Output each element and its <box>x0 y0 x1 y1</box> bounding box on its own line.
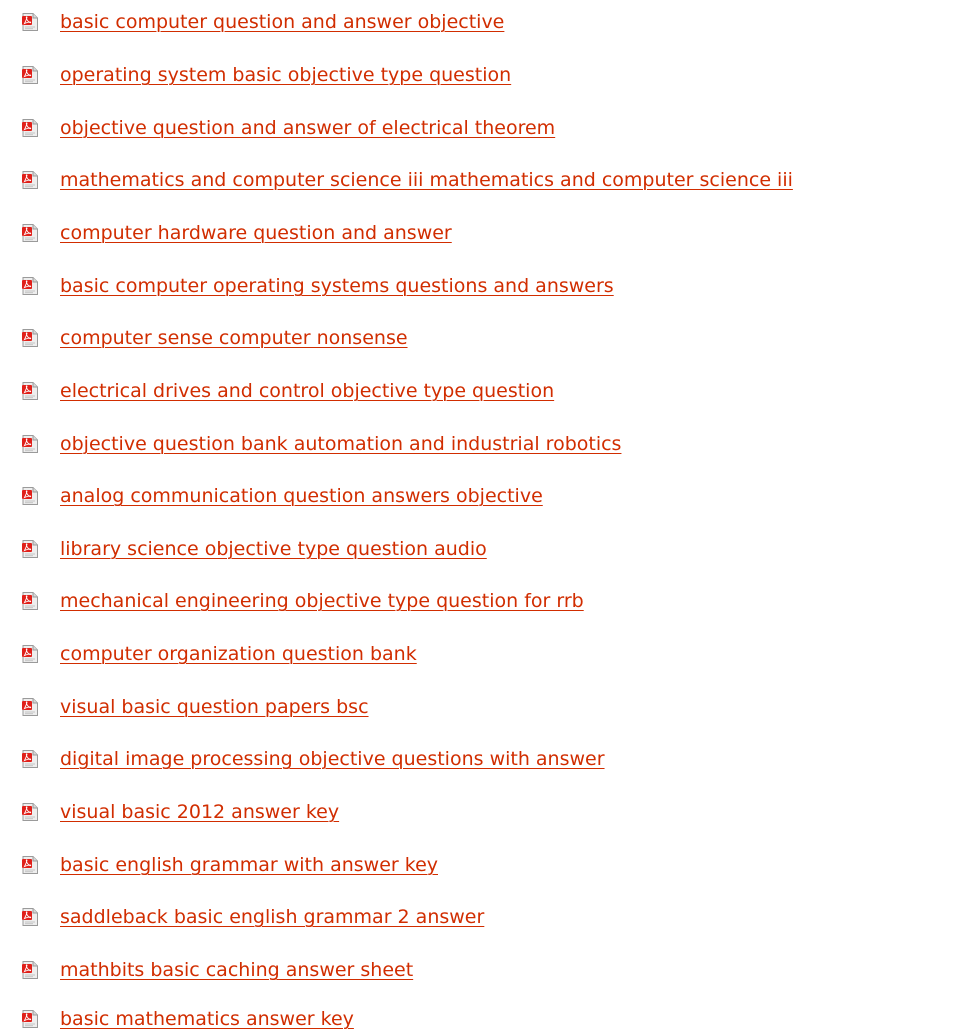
list-item: digital image processing objective quest… <box>22 742 605 776</box>
pdf-file-icon <box>22 13 38 31</box>
list-item: mathematics and computer science iii mat… <box>22 163 793 197</box>
pdf-file-icon <box>22 645 38 663</box>
pdf-file-icon <box>22 435 38 453</box>
list-item: objective question and answer of electri… <box>22 111 555 145</box>
pdf-link[interactable]: library science objective type question … <box>60 538 487 560</box>
list-item: visual basic question papers bsc <box>22 690 369 724</box>
pdf-link[interactable]: electrical drives and control objective … <box>60 380 554 402</box>
pdf-file-icon <box>22 66 38 84</box>
pdf-link[interactable]: objective question bank automation and i… <box>60 433 621 455</box>
pdf-link[interactable]: saddleback basic english grammar 2 answe… <box>60 906 484 928</box>
pdf-link[interactable]: mathematics and computer science iii mat… <box>60 169 793 191</box>
pdf-link[interactable]: operating system basic objective type qu… <box>60 64 511 86</box>
list-item: basic computer operating systems questio… <box>22 269 614 303</box>
pdf-link[interactable]: mechanical engineering objective type qu… <box>60 590 584 612</box>
pdf-link[interactable]: basic english grammar with answer key <box>60 854 438 876</box>
list-item: saddleback basic english grammar 2 answe… <box>22 900 484 934</box>
pdf-link[interactable]: basic computer question and answer objec… <box>60 11 504 33</box>
list-item: basic english grammar with answer key <box>22 848 438 882</box>
pdf-file-icon <box>22 803 38 821</box>
list-item: computer organization question bank <box>22 637 417 671</box>
list-item: mathbits basic caching answer sheet <box>22 953 413 987</box>
pdf-file-icon <box>22 961 38 979</box>
list-item: basic mathematics answer key <box>22 1002 354 1036</box>
pdf-link[interactable]: computer organization question bank <box>60 643 417 665</box>
list-item: objective question bank automation and i… <box>22 427 621 461</box>
pdf-link[interactable]: analog communication question answers ob… <box>60 485 543 507</box>
list-item: basic computer question and answer objec… <box>22 5 504 39</box>
pdf-link[interactable]: computer sense computer nonsense <box>60 327 408 349</box>
pdf-link[interactable]: mathbits basic caching answer sheet <box>60 959 413 981</box>
pdf-file-icon <box>22 698 38 716</box>
pdf-file-icon <box>22 171 38 189</box>
pdf-link[interactable]: basic mathematics answer key <box>60 1008 354 1030</box>
list-item: electrical drives and control objective … <box>22 374 554 408</box>
pdf-file-icon <box>22 487 38 505</box>
pdf-file-icon <box>22 1010 38 1028</box>
pdf-link[interactable]: computer hardware question and answer <box>60 222 452 244</box>
pdf-file-icon <box>22 592 38 610</box>
pdf-link[interactable]: objective question and answer of electri… <box>60 117 555 139</box>
list-item: analog communication question answers ob… <box>22 479 543 513</box>
list-item: computer hardware question and answer <box>22 216 452 250</box>
pdf-file-icon <box>22 329 38 347</box>
pdf-file-icon <box>22 908 38 926</box>
pdf-link[interactable]: visual basic 2012 answer key <box>60 801 339 823</box>
list-item: computer sense computer nonsense <box>22 321 408 355</box>
pdf-link[interactable]: visual basic question papers bsc <box>60 696 369 718</box>
pdf-file-icon <box>22 119 38 137</box>
pdf-file-icon <box>22 750 38 768</box>
list-item: operating system basic objective type qu… <box>22 58 511 92</box>
pdf-link[interactable]: digital image processing objective quest… <box>60 748 605 770</box>
list-item: visual basic 2012 answer key <box>22 795 339 829</box>
pdf-file-icon <box>22 277 38 295</box>
pdf-file-icon <box>22 856 38 874</box>
pdf-file-icon <box>22 382 38 400</box>
list-item: library science objective type question … <box>22 532 487 566</box>
pdf-file-icon <box>22 224 38 242</box>
list-item: mechanical engineering objective type qu… <box>22 584 584 618</box>
pdf-link[interactable]: basic computer operating systems questio… <box>60 275 614 297</box>
pdf-file-icon <box>22 540 38 558</box>
